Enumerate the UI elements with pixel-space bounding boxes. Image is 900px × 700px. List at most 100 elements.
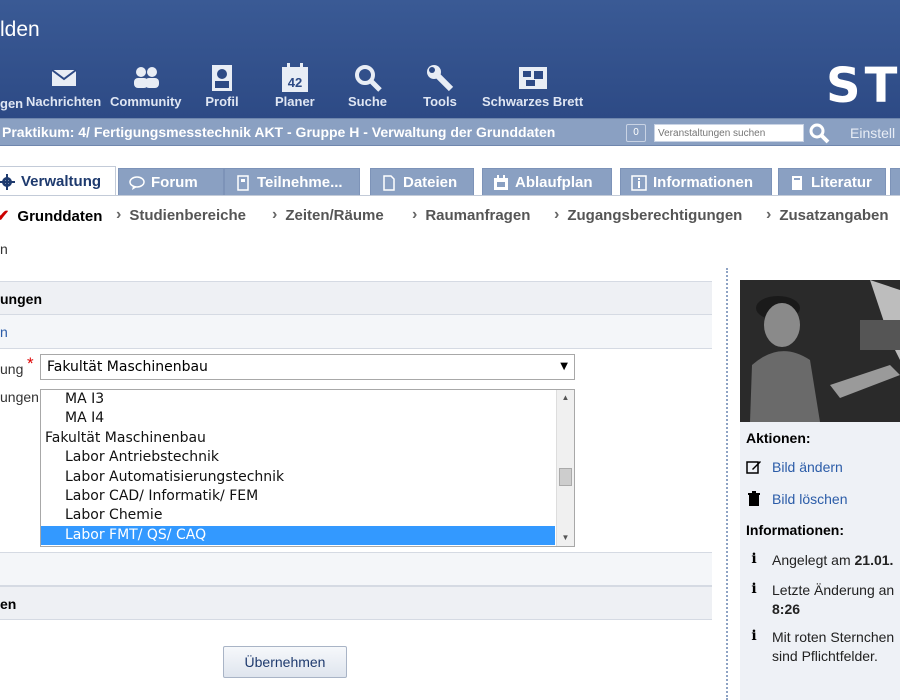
participants-icon — [235, 174, 251, 191]
apply-button[interactable]: Übernehmen — [223, 646, 347, 678]
list-item[interactable]: Labor Chemie — [41, 506, 574, 525]
nav-item-planner[interactable]: 42 Planer — [275, 60, 315, 109]
chevron-right-icon: › — [272, 206, 278, 223]
nav-label: Planer — [275, 94, 315, 109]
info-required-note: i Mit roten Sternchen sind Pflichtfelder… — [746, 628, 900, 666]
nav-item-profile[interactable]: Profil — [204, 60, 240, 109]
institutions-listbox[interactable]: MA I3 MA I4 Fakultät Maschinenbau Labor … — [40, 389, 575, 547]
section-title: en — [0, 596, 17, 612]
dropdown-arrow-icon: ▼ — [560, 361, 568, 372]
tab-label: Verwaltung — [21, 173, 102, 190]
change-image-action[interactable]: Bild ändern — [746, 459, 900, 475]
course-sidebar: Aktionen: Bild ändern Bild löschen Infor… — [740, 280, 900, 700]
logo[interactable]: ST — [826, 58, 900, 114]
tab-schedule[interactable]: Ablaufplan — [482, 168, 612, 196]
info-last-modified: i Letzte Änderung an 8:26 — [746, 581, 900, 619]
site-title: lden — [0, 18, 40, 41]
list-item[interactable]: MA I3 — [41, 390, 574, 409]
section-header-more[interactable]: en — [0, 586, 712, 620]
section-title: ungen — [0, 291, 42, 307]
info-created: i Angelegt am 21.01. — [746, 551, 900, 570]
gear-icon — [0, 173, 15, 190]
tab-information[interactable]: Informationen — [620, 168, 772, 196]
information-heading: Informationen: — [746, 522, 844, 538]
subnav-label: Zeiten/Räume — [285, 206, 384, 224]
sub-navigation: ✔ Grunddaten › Studienbereiche › Zeiten/… — [0, 196, 900, 230]
subnav-additional-info[interactable]: › Zusatzangaben — [766, 206, 889, 224]
scroll-up-arrow-icon[interactable]: ▲ — [557, 390, 574, 406]
info-icon: i — [751, 628, 757, 644]
subnav-label: Studienbereiche — [129, 206, 247, 224]
nav-item-community[interactable]: Community — [110, 60, 182, 109]
subnav-label: Grunddaten — [17, 207, 103, 225]
change-image-link[interactable]: Bild ändern — [772, 459, 843, 475]
scroll-down-arrow-icon[interactable]: ▼ — [557, 530, 574, 546]
list-item[interactable]: Labor Antriebstechnik — [41, 448, 574, 467]
scroll-thumb[interactable] — [559, 468, 572, 486]
tab-label: Dateien — [403, 174, 458, 191]
tab-files[interactable]: Dateien — [370, 168, 474, 196]
info-icon: i — [751, 551, 757, 567]
subnav-basic-data[interactable]: ✔ Grunddaten — [0, 206, 102, 226]
nav-item-partial-label[interactable]: gen — [0, 96, 23, 111]
chevron-right-icon: › — [116, 206, 122, 223]
tab-administration[interactable]: Verwaltung — [0, 166, 116, 196]
list-item[interactable]: Fakultät Maschinenbau — [41, 429, 574, 448]
subnav-room-requests[interactable]: › Raumanfragen — [412, 206, 530, 224]
nav-item-search[interactable]: Suche — [348, 60, 387, 109]
course-context-bar: Praktikum: 4/ Fertigungsmesstechnik AKT … — [0, 118, 900, 146]
chevron-right-icon: › — [412, 206, 418, 223]
speech-bubble-icon — [129, 175, 145, 191]
nav-item-messages[interactable]: Nachrichten — [26, 60, 101, 109]
nav-label: Schwarzes Brett — [482, 94, 584, 109]
delete-image-link[interactable]: Bild löschen — [772, 491, 848, 507]
nav-item-bulletin-board[interactable]: Schwarzes Brett — [482, 60, 583, 109]
info-icon: i — [751, 581, 757, 597]
list-item[interactable]: Labor Automatisierungstechnik — [41, 468, 574, 487]
subnav-label: Zugangsberechtigungen — [567, 206, 743, 224]
nav-label: Profil — [205, 94, 239, 109]
tab-participants[interactable]: Teilnehme... — [224, 168, 360, 196]
info-label: Mit roten Sternchen sind Pflichtfelder. — [772, 629, 895, 664]
edit-icon — [746, 459, 762, 475]
course-title: Praktikum: 4/ Fertigungsmesstechnik AKT … — [2, 124, 556, 140]
faculty-select[interactable]: Fakultät Maschinenbau ▼ — [40, 354, 575, 380]
tab-bar: Verwaltung Forum Teilnehme... Dateien Ab… — [0, 146, 900, 196]
checkmark-icon: ✔ — [0, 208, 10, 225]
settings-link[interactable]: Einstell — [850, 125, 895, 141]
tab-label: Literatur — [811, 174, 872, 191]
list-item-selected[interactable]: Labor FMT/ QS/ CAQ — [41, 525, 555, 546]
partial-text: n — [0, 241, 8, 257]
list-item[interactable]: Labor CAD/ Informatik/ FEM — [41, 487, 574, 506]
magnifier-icon — [809, 123, 830, 144]
files-icon — [381, 174, 397, 191]
list-item[interactable]: MA I4 — [41, 409, 574, 428]
tab-label: Informationen — [653, 174, 753, 191]
chevron-right-icon: › — [766, 206, 772, 223]
required-star: * — [27, 354, 34, 373]
course-search-input[interactable] — [654, 124, 804, 142]
search-button[interactable] — [808, 122, 830, 144]
subnav-times-rooms[interactable]: › Zeiten/Räume — [272, 206, 384, 224]
tab-literature[interactable]: Literatur — [778, 168, 886, 196]
course-count-badge: 0 — [626, 124, 646, 142]
info-label: Letzte Änderung an — [772, 582, 895, 598]
listbox-scrollbar[interactable]: ▲ ▼ — [556, 390, 574, 546]
community-icon — [128, 60, 164, 96]
actions-heading: Aktionen: — [746, 430, 811, 446]
nav-label: Nachrichten — [26, 94, 102, 109]
schedule-icon — [493, 174, 509, 191]
section-header-settings[interactable]: ungen — [0, 281, 712, 315]
delete-image-action[interactable]: Bild löschen — [746, 491, 900, 507]
profile-icon — [204, 60, 240, 96]
nav-item-tools[interactable]: Tools — [422, 60, 458, 109]
tab-forum[interactable]: Forum — [118, 168, 224, 196]
field-label-participating-institutions: ungen — [0, 389, 39, 405]
tab-label: Teilnehme... — [257, 174, 343, 191]
subnav-study-areas[interactable]: › Studienbereiche — [116, 206, 246, 224]
subnav-access-rights[interactable]: › Zugangsberechtigungen — [554, 206, 742, 224]
calendar-badge: 42 — [288, 75, 302, 90]
section-header-collapsed[interactable] — [0, 552, 712, 586]
tab-label: Ablaufplan — [515, 174, 593, 191]
tab-overflow[interactable] — [890, 168, 900, 196]
